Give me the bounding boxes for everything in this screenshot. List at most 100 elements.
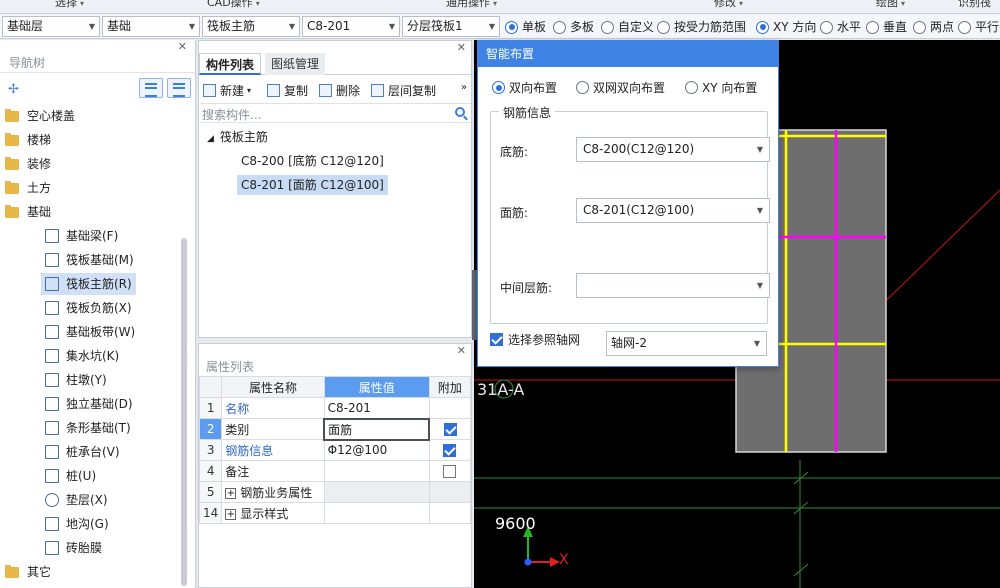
radio-icon [866, 20, 879, 34]
nav-title: 导航树 [9, 56, 46, 70]
raft-icon [45, 253, 59, 267]
ribbon-general[interactable]: 通用操作 ▾ [446, 0, 497, 10]
radio-parallel[interactable]: 平行 [958, 18, 999, 36]
radio-by-rebar-range[interactable]: 按受力筋范围 [657, 18, 746, 36]
top-rebar-select[interactable]: C8-201(C12@100) ▼ [576, 198, 770, 223]
nav-item-sump-pit[interactable]: 集水坑(K) [45, 345, 119, 367]
search-input[interactable]: 搜索构件... [202, 106, 261, 123]
expand-icon[interactable]: + [225, 508, 237, 520]
ribbon-draw[interactable]: 绘图 ▾ [876, 0, 905, 10]
ref-grid-checkbox-row[interactable]: 选择参照轴网 [490, 331, 580, 348]
ribbon-select[interactable]: 选择 ▾ [55, 0, 84, 10]
component-type-select[interactable]: 筏板主筋 ▼ [202, 16, 300, 37]
pit-icon [45, 349, 59, 363]
cushion-icon [45, 493, 59, 507]
nav-scrollbar[interactable] [181, 238, 187, 586]
component-select[interactable]: C8-201 ▼ [302, 16, 400, 37]
nav-item-foundation[interactable]: 基础 [5, 201, 51, 223]
radio-bidirectional[interactable]: 双向布置 [492, 79, 557, 96]
nav-item-foundation-strip[interactable]: 基础板带(W) [45, 321, 135, 343]
nav-item-cushion[interactable]: 垫层(X) [45, 489, 108, 511]
delete-button[interactable]: 删除 [319, 82, 360, 99]
radio-icon [756, 20, 769, 34]
brick-mold-icon [45, 541, 59, 555]
property-value-input[interactable]: 面筋 [323, 417, 431, 441]
tree-group-raft-main-rebar[interactable]: ◢ 筏板主筋 [207, 127, 268, 147]
add-icon[interactable]: ✢ [8, 82, 19, 97]
pile-cap-icon [45, 445, 59, 459]
nav-item-column-pier[interactable]: 柱墩(Y) [45, 369, 107, 391]
radio-custom[interactable]: 自定义 [601, 18, 654, 36]
copy-button[interactable]: 复制 [267, 82, 308, 99]
ribbon-modify[interactable]: 修改 ▾ [714, 0, 743, 10]
radio-vertical[interactable]: 垂直 [866, 18, 907, 36]
nav-item-trench[interactable]: 地沟(G) [45, 513, 109, 535]
radio-xy-layout[interactable]: XY 向布置 [685, 79, 757, 96]
tab-drawing-management[interactable]: 图纸管理 [265, 53, 326, 75]
radio-horizontal[interactable]: 水平 [820, 18, 861, 36]
folder-icon [5, 132, 19, 146]
nav-item-earthwork[interactable]: 土方 [5, 177, 51, 199]
component-search[interactable]: 搜索构件... [199, 103, 471, 123]
property-value[interactable]: C8-201 [323, 397, 430, 419]
ribbon-recognize[interactable]: 识别筏 [958, 0, 991, 10]
close-icon[interactable]: ✕ [457, 344, 466, 357]
search-icon[interactable] [455, 107, 465, 117]
nav-item-strip-footing[interactable]: 条形基础(T) [45, 417, 131, 439]
nav-item-stairs[interactable]: 楼梯 [5, 129, 51, 151]
expand-icon[interactable]: + [225, 487, 237, 499]
tick-mark [793, 563, 809, 577]
floor-copy-button[interactable]: 层间复制 [371, 82, 436, 99]
radio-xy-direction[interactable]: XY 方向 [756, 18, 816, 36]
nav-item-brick-mold[interactable]: 砖胎膜 [45, 537, 102, 559]
radio-single-slab[interactable]: 单板 [505, 18, 546, 36]
radio-double-net-bidirectional[interactable]: 双网双向布置 [576, 79, 665, 96]
nav-item-raft-main-rebar[interactable]: 筏板主筋(R) [41, 273, 136, 295]
floor-select[interactable]: 基础层 ▼ [2, 16, 100, 37]
strip-footing-icon [45, 421, 59, 435]
grid-view-button[interactable] [167, 78, 191, 98]
pile-icon [45, 469, 59, 483]
nav-item-foundation-beam[interactable]: 基础梁(F) [45, 225, 118, 247]
new-button[interactable]: 新建 ▾ [203, 82, 251, 99]
new-icon [203, 84, 216, 97]
ribbon-cad[interactable]: CAD操作 ▾ [207, 0, 260, 10]
nav-item-pile[interactable]: 桩(U) [45, 465, 96, 487]
dialog-title[interactable]: 智能布置 [478, 41, 778, 67]
trench-icon [45, 517, 59, 531]
addon-checkbox[interactable] [443, 465, 457, 478]
ref-grid-checkbox[interactable] [490, 333, 503, 346]
nav-item-isolated-footing[interactable]: 独立基础(D) [45, 393, 133, 415]
layer-select[interactable]: 分层筏板1 ▼ [402, 16, 500, 37]
property-value[interactable]: Φ12@100 [323, 439, 430, 461]
radio-two-points[interactable]: 两点 [913, 18, 954, 36]
chevron-down-icon: ▼ [756, 145, 763, 154]
close-icon[interactable]: ✕ [178, 40, 187, 53]
component-item-c8-200[interactable]: C8-200 [底筋 C12@120] [241, 151, 384, 171]
nav-item-hollow-floor[interactable]: 空心楼盖 [5, 105, 75, 127]
component-item-c8-201[interactable]: C8-201 [面筋 C12@100] [237, 175, 388, 195]
grid-select[interactable]: 轴网-2 ▼ [606, 331, 767, 356]
nav-item-raft-negative-rebar[interactable]: 筏板负筋(X) [45, 297, 132, 319]
chevron-down-icon: ▾ [247, 86, 252, 95]
chevron-down-icon: ▼ [753, 339, 760, 348]
table-row: 1 名称 C8-201 [198, 397, 472, 419]
nav-item-raft-foundation[interactable]: 筏板基础(M) [45, 249, 134, 271]
tab-component-list[interactable]: 构件列表 [199, 53, 262, 75]
middle-rebar-select[interactable]: ▼ [576, 273, 770, 298]
radio-multi-slab[interactable]: 多板 [553, 18, 594, 36]
list-view-button[interactable] [139, 78, 163, 98]
addon-checkbox[interactable] [443, 444, 457, 457]
collapse-icon[interactable]: ◢ [207, 134, 214, 144]
chevron-down-icon: ▼ [288, 22, 295, 31]
more-icon[interactable]: » [461, 82, 467, 93]
property-value[interactable] [323, 460, 430, 482]
nav-item-other[interactable]: 其它 [5, 561, 51, 583]
nav-item-pile-cap[interactable]: 桩承台(V) [45, 441, 120, 463]
bottom-rebar-select[interactable]: C8-200(C12@120) ▼ [576, 137, 770, 162]
origin-point [524, 558, 532, 566]
category-select[interactable]: 基础 ▼ [102, 16, 200, 37]
folder-open-icon [5, 204, 19, 218]
addon-checkbox[interactable] [443, 423, 457, 436]
nav-item-decoration[interactable]: 装修 [5, 153, 51, 175]
